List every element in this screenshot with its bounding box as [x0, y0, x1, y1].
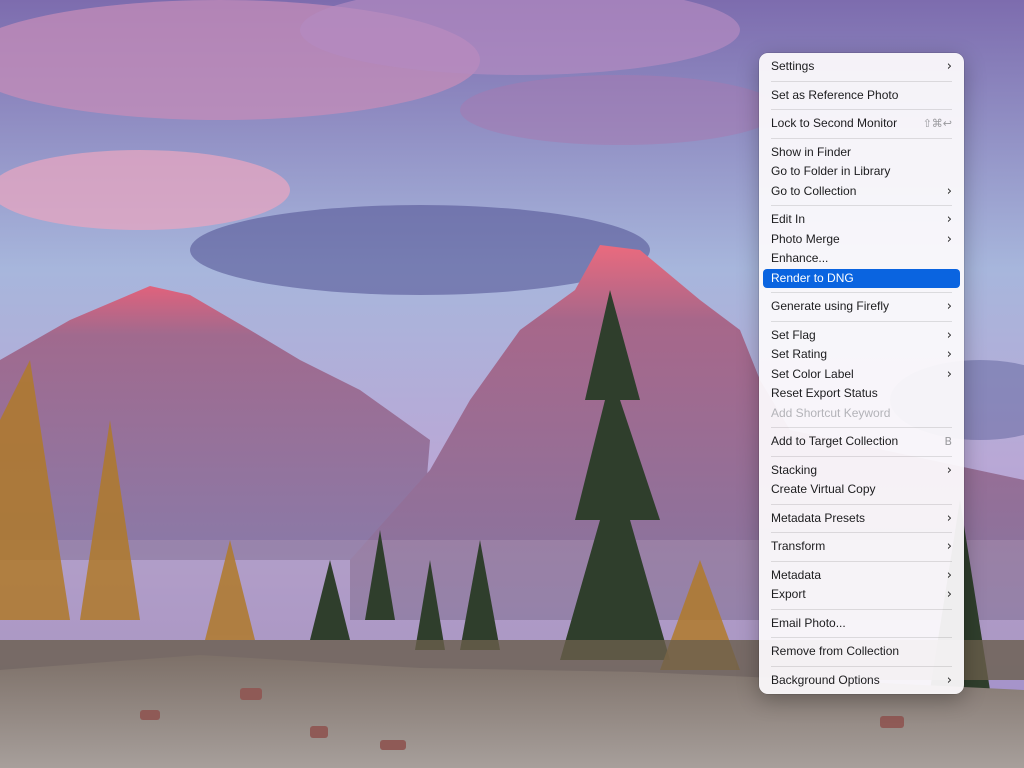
menu-item-set-rating[interactable]: Set Rating › — [763, 345, 960, 365]
menu-item-label: Add Shortcut Keyword — [771, 405, 891, 420]
menu-item-stacking[interactable]: Stacking › — [763, 461, 960, 481]
menu-separator — [771, 137, 952, 139]
chevron-right-icon: › — [946, 462, 952, 478]
menu-item-label: Background Options — [771, 672, 880, 687]
menu-item-label: Settings — [771, 59, 815, 73]
menu-separator — [771, 637, 952, 638]
menu-item-add-to-target-collection[interactable]: Add to Target Collection B — [763, 432, 960, 452]
menu-separator — [771, 532, 952, 533]
context-menu: Settings › Set as Reference Photo Lock to S… — [759, 53, 964, 694]
menu-separator — [771, 205, 952, 206]
menu-item-label: Go to Folder in Library — [771, 164, 891, 178]
menu-item-photo-merge[interactable]: Photo Merge › — [763, 230, 960, 250]
menu-item-label: Remove from Collection — [771, 644, 900, 658]
menu-item-label: Reset Export Status — [771, 386, 878, 400]
menu-item-render-to-dng[interactable]: Render to DNG — [763, 268, 960, 288]
menu-separator — [771, 427, 952, 428]
menu-item-export[interactable]: Export › — [763, 585, 960, 605]
chevron-right-icon: › — [946, 539, 952, 554]
menu-item-metadata-presets[interactable]: Metadata Presets › — [763, 509, 960, 529]
menu-item-label: Lock to Second Monitor — [771, 116, 898, 130]
chevron-right-icon: › — [946, 567, 952, 583]
menu-item-go-to-collection[interactable]: Go to Collection › — [763, 182, 960, 202]
menu-item-reset-export-status[interactable]: Reset Export Status — [763, 384, 960, 404]
menu-item-label: Show in Finder — [771, 144, 852, 159]
menu-item-background-options[interactable]: Background Options › — [763, 671, 960, 691]
menu-item-label: Generate using Firefly — [771, 299, 890, 313]
menu-item-label: Set Rating — [771, 347, 828, 361]
menu-item-lock-to-second-monitor[interactable]: Lock to Second Monitor ⇧⌘↩ — [763, 114, 960, 134]
menu-item-add-shortcut-keyword: Add Shortcut Keyword — [763, 404, 960, 424]
menu-item-go-to-folder-in-library[interactable]: Go to Folder in Library — [763, 162, 960, 182]
menu-item-settings[interactable]: Settings › — [763, 57, 960, 77]
menu-item-label: Go to Collection — [771, 183, 857, 198]
menu-item-label: Set Color Label — [771, 366, 854, 381]
menu-item-set-as-reference-photo[interactable]: Set as Reference Photo — [763, 86, 960, 106]
chevron-right-icon: › — [946, 327, 952, 343]
menu-item-set-color-label[interactable]: Set Color Label › — [763, 365, 960, 385]
menu-separator — [771, 109, 952, 110]
menu-item-label: Enhance... — [771, 251, 829, 265]
menu-item-label: Export — [771, 587, 806, 601]
menu-item-label: Metadata — [771, 567, 822, 582]
menu-item-create-virtual-copy[interactable]: Create Virtual Copy — [763, 480, 960, 500]
chevron-right-icon: › — [946, 366, 952, 382]
menu-item-email-photo[interactable]: Email Photo... — [763, 614, 960, 634]
menu-separator — [771, 503, 952, 505]
menu-separator — [771, 560, 952, 562]
menu-separator — [771, 292, 952, 293]
menu-item-edit-in[interactable]: Edit In › — [763, 210, 960, 230]
menu-separator — [771, 455, 952, 457]
menu-item-label: Photo Merge — [771, 231, 840, 246]
chevron-right-icon: › — [946, 212, 952, 227]
chevron-right-icon: › — [946, 347, 952, 362]
chevron-right-icon: › — [946, 183, 952, 199]
menu-item-metadata[interactable]: Metadata › — [763, 566, 960, 586]
menu-item-label: Add to Target Collection — [771, 434, 899, 448]
chevron-right-icon: › — [946, 299, 952, 314]
menu-item-label: Email Photo... — [771, 615, 846, 630]
menu-item-remove-from-collection[interactable]: Remove from Collection — [763, 642, 960, 662]
menu-item-transform[interactable]: Transform › — [763, 537, 960, 557]
menu-item-label: Create Virtual Copy — [771, 482, 876, 496]
keyboard-shortcut: ⇧⌘↩ — [922, 117, 952, 130]
chevron-right-icon: › — [946, 672, 952, 688]
keyboard-shortcut: B — [944, 435, 952, 448]
menu-item-enhance[interactable]: Enhance... — [763, 249, 960, 269]
chevron-right-icon: › — [946, 59, 952, 74]
chevron-right-icon: › — [946, 231, 952, 247]
menu-item-set-flag[interactable]: Set Flag › — [763, 326, 960, 346]
menu-item-label: Transform — [771, 539, 826, 553]
menu-separator — [771, 320, 952, 322]
chevron-right-icon: › — [946, 510, 952, 526]
menu-separator — [771, 80, 952, 82]
menu-item-label: Set as Reference Photo — [771, 87, 899, 102]
menu-item-label: Render to DNG — [771, 270, 854, 285]
menu-item-label: Stacking — [771, 462, 818, 477]
menu-item-show-in-finder[interactable]: Show in Finder — [763, 143, 960, 163]
chevron-right-icon: › — [946, 587, 952, 602]
menu-item-label: Set Flag — [771, 327, 816, 342]
menu-separator — [771, 665, 952, 667]
menu-item-label: Metadata Presets — [771, 510, 866, 525]
menu-separator — [771, 608, 952, 610]
menu-item-generate-using-firefly[interactable]: Generate using Firefly › — [763, 297, 960, 317]
menu-item-label: Edit In — [771, 212, 806, 226]
